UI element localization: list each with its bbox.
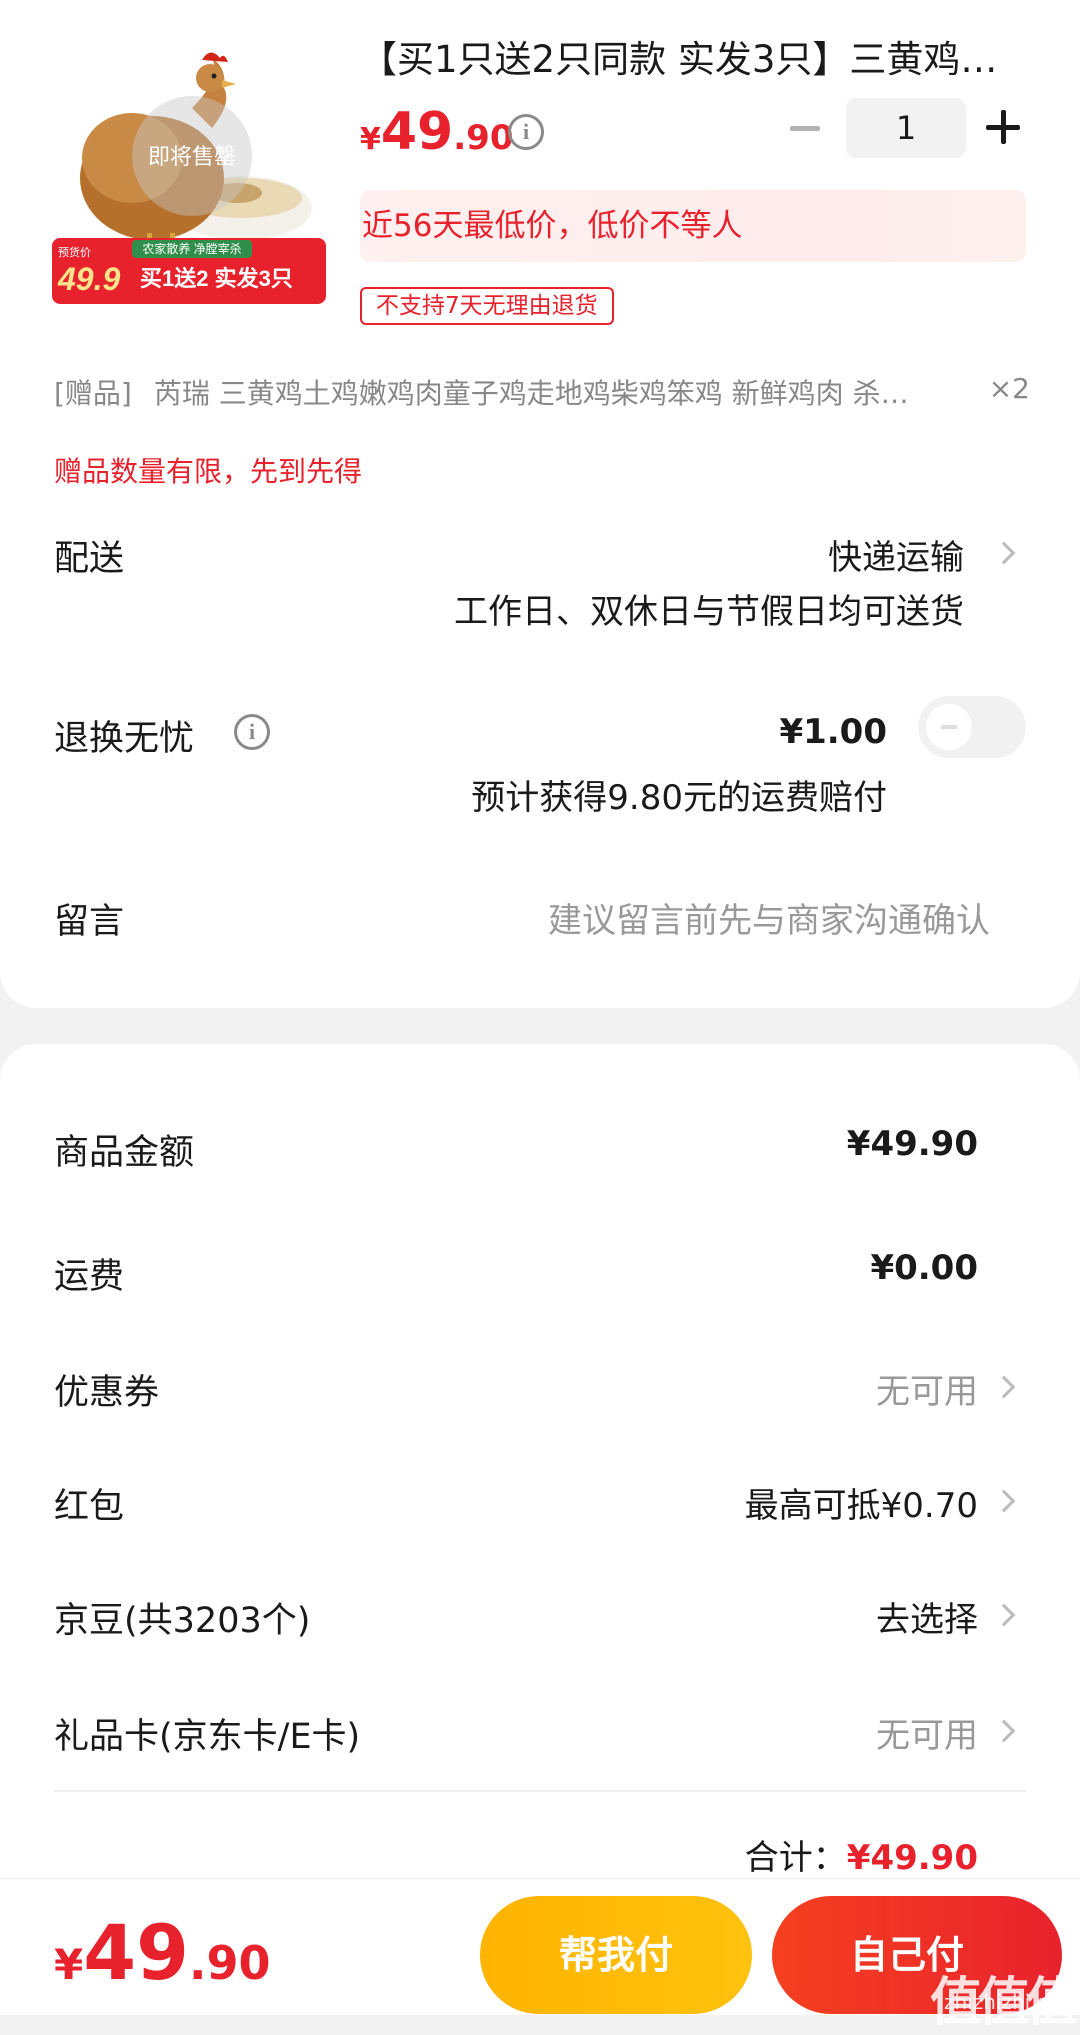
shipping-value: ¥0.00	[870, 1248, 978, 1288]
gift-name: 芮瑞 三黄鸡土鸡嫩鸡肉童子鸡走地鸡柴鸡笨鸡 新鲜鸡肉 杀…	[153, 377, 909, 410]
sold-out-overlay-text: 即将售罄	[148, 144, 236, 169]
no-return-tag: 不支持7天无理由退货	[360, 287, 614, 325]
quantity-decrease-button[interactable]	[790, 126, 820, 131]
total-value: ¥49.90	[846, 1838, 978, 1878]
lowest-price-notice: 近56天最低价，低价不等人	[360, 190, 1026, 262]
toggle-knob	[926, 704, 972, 750]
return-insurance-note: 预计获得9.80元的运费赔付	[471, 778, 887, 818]
total-row: 合计：¥49.90	[745, 1830, 978, 1879]
return-insurance-price: ¥1.00	[779, 712, 887, 752]
return-insurance-toggle[interactable]	[918, 696, 1026, 758]
price-info-icon[interactable]: i	[508, 114, 544, 150]
redpacket-label: 红包	[54, 1487, 125, 1527]
return-insurance-info-icon[interactable]: i	[234, 714, 270, 750]
summary-divider	[54, 1790, 1026, 1792]
shipping-label: 运费	[54, 1257, 125, 1297]
site-watermark-url: zhizhizhi.com	[944, 1990, 1080, 2014]
delivery-note: 工作日、双休日与节假日均可送货	[454, 592, 964, 632]
gift-tag: [赠品]	[54, 377, 132, 410]
svg-text:农家散养 净膛宰杀: 农家散养 净膛宰杀	[142, 241, 241, 256]
svg-text:买1送2 实发3只: 买1送2 实发3只	[140, 266, 293, 291]
bottom-total-price: ¥49.90	[54, 1908, 271, 1997]
total-label: 合计：	[744, 1838, 847, 1878]
gift-quantity: ×2	[988, 372, 1030, 405]
product-title[interactable]: 【买1只送2只同款 实发3只】三黄鸡…	[360, 36, 1030, 84]
message-input[interactable]: 建议留言前先与商家沟通确认	[390, 893, 990, 942]
return-insurance-label: 退换无忧	[54, 719, 195, 759]
redpacket-value[interactable]: 最高可抵¥0.70	[745, 1478, 978, 1527]
help-me-pay-button[interactable]: 帮我付	[480, 1896, 752, 2014]
jingdou-label: 京豆(共3203个)	[54, 1601, 311, 1641]
product-price: ¥49.90	[360, 102, 514, 162]
coupon-value[interactable]: 无可用	[876, 1364, 978, 1413]
quantity-increase-button[interactable]	[986, 110, 1020, 144]
delivery-method[interactable]: 快递运输	[828, 530, 964, 579]
coupon-label: 优惠券	[54, 1373, 160, 1413]
svg-text:49.9: 49.9	[57, 261, 120, 297]
goods-amount-value: ¥49.90	[846, 1124, 978, 1164]
quantity-input[interactable]: 1	[846, 98, 966, 158]
message-label: 留言	[54, 902, 125, 942]
gift-item-row[interactable]: [赠品] 芮瑞 三黄鸡土鸡嫩鸡肉童子鸡走地鸡柴鸡笨鸡 新鲜鸡肉 杀… ×2	[54, 372, 1030, 412]
goods-amount-label: 商品金额	[54, 1133, 195, 1173]
jingdou-value[interactable]: 去选择	[876, 1592, 978, 1641]
gift-limit-notice: 赠品数量有限，先到先得	[54, 455, 363, 488]
delivery-label: 配送	[54, 539, 125, 579]
giftcard-value[interactable]: 无可用	[876, 1708, 978, 1757]
svg-text:预货价: 预货价	[58, 245, 91, 259]
product-image[interactable]: 即将售罄 农家散养 净膛宰杀 预货价 49.9 买1送2 实发3只	[52, 38, 326, 304]
giftcard-label: 礼品卡(京东卡/E卡)	[54, 1717, 361, 1757]
